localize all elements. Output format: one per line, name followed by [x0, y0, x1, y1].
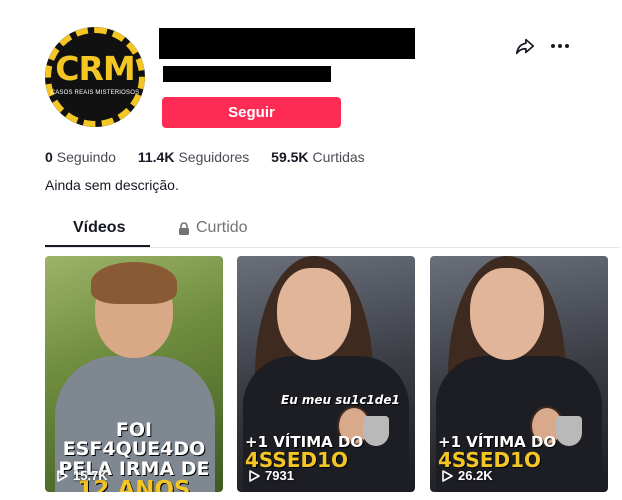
- followers-count: 11.4K: [137, 149, 175, 165]
- video-caption: +1 VÍTIMA DO 4SSED1O: [245, 434, 411, 471]
- more-options-icon[interactable]: [548, 34, 572, 58]
- play-icon: [442, 469, 453, 482]
- video-thumbnail-face: [277, 268, 351, 360]
- follow-button[interactable]: Seguir: [162, 97, 341, 128]
- share-icon[interactable]: [514, 35, 536, 57]
- avatar-logo-text: CRM: [55, 49, 135, 88]
- video-card[interactable]: Eu meu su1c1de1 +1 VÍTIMA DO 4SSED1O 793…: [237, 256, 415, 492]
- avatar-logo-subtext: CASOS REAIS MISTERIOSOS: [50, 90, 140, 96]
- video-views: 26.2K: [442, 468, 493, 483]
- profile-bio: Ainda sem descrição.: [45, 177, 179, 193]
- tab-videos[interactable]: Vídeos: [73, 219, 125, 237]
- redacted-display-name: [159, 28, 415, 59]
- play-icon: [249, 469, 260, 482]
- redacted-username: [163, 66, 331, 82]
- video-views: 15.7K: [57, 468, 108, 483]
- play-icon: [57, 469, 68, 482]
- video-card[interactable]: +1 VÍTIMA DO 4SSED1O 26.2K: [430, 256, 608, 492]
- stat-followers[interactable]: 11.4K Seguidores: [138, 149, 271, 165]
- video-thumbnail-face: [470, 268, 544, 360]
- likes-count: 59.5K: [271, 149, 309, 165]
- video-card[interactable]: FOI ESF4QUE4DO PELA IRMA DE 12 ANOS 15.7…: [45, 256, 223, 492]
- tab-liked[interactable]: Curtido: [178, 219, 248, 237]
- video-overlay-text: Eu meu su1c1de1: [281, 393, 400, 407]
- video-views: 7931: [249, 468, 294, 483]
- followers-label: Seguidores: [178, 149, 250, 165]
- profile-stats: 0 Seguindo 11.4K Seguidores 59.5K Curtidas: [45, 149, 383, 165]
- video-thumbnail-hair: [91, 262, 177, 304]
- following-count: 0: [45, 149, 53, 165]
- video-view-count: 7931: [265, 468, 294, 483]
- video-view-count: 15.7K: [73, 468, 108, 483]
- tab-divider: [45, 247, 620, 248]
- stat-following[interactable]: 0 Seguindo: [45, 149, 138, 165]
- profile-avatar[interactable]: CRM CASOS REAIS MISTERIOSOS: [45, 27, 145, 127]
- likes-label: Curtidas: [312, 149, 365, 165]
- video-caption: +1 VÍTIMA DO 4SSED1O: [438, 434, 604, 471]
- lock-icon: [179, 221, 189, 235]
- tab-liked-label: Curtido: [196, 219, 248, 236]
- following-label: Seguindo: [56, 149, 116, 165]
- video-view-count: 26.2K: [458, 468, 493, 483]
- stat-likes: 59.5K Curtidas: [271, 149, 383, 165]
